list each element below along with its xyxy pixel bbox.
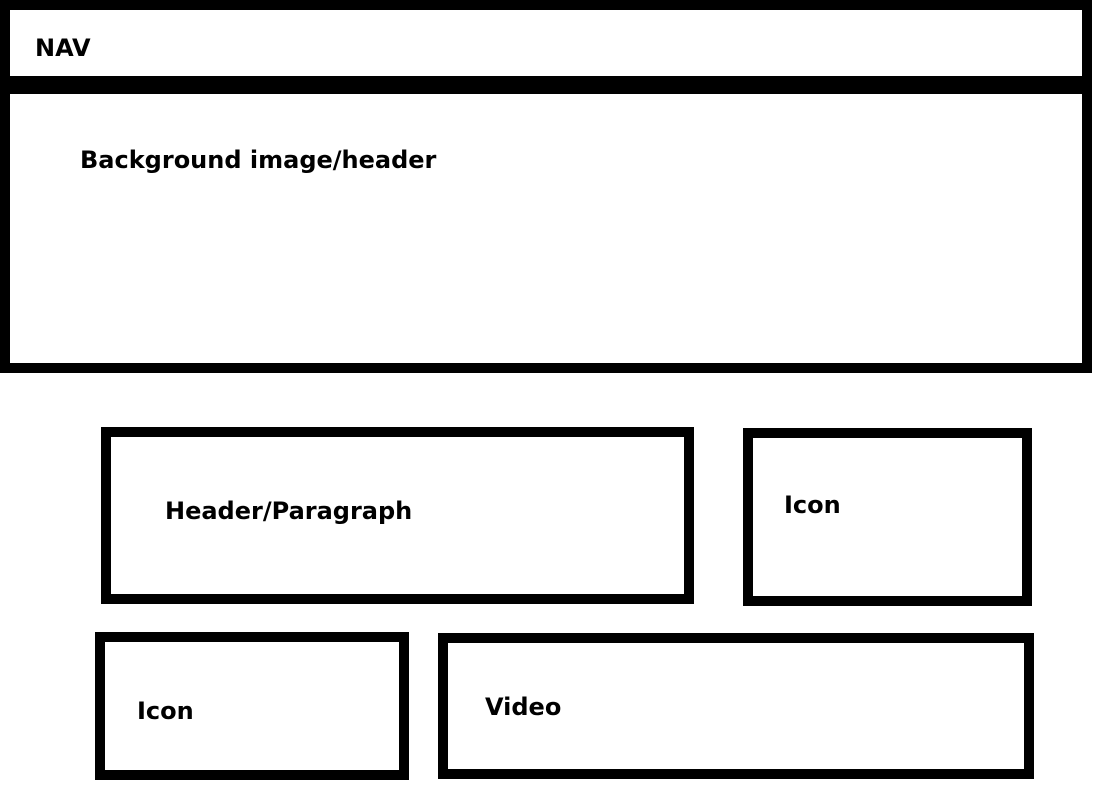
header-paragraph-block: Header/Paragraph [101, 427, 694, 604]
header-paragraph-label: Header/Paragraph [165, 497, 413, 525]
icon-block-right-label: Icon [784, 491, 841, 519]
icon-block-left-label: Icon [137, 697, 194, 725]
nav-block: NAV [0, 0, 1092, 86]
icon-block-left: Icon [95, 632, 409, 780]
video-label: Video [485, 693, 562, 721]
icon-block-right: Icon [743, 428, 1032, 606]
nav-label: NAV [35, 34, 91, 62]
background-header-block: Background image/header [0, 84, 1092, 373]
video-block: Video [438, 633, 1034, 779]
background-header-label: Background image/header [80, 146, 437, 174]
